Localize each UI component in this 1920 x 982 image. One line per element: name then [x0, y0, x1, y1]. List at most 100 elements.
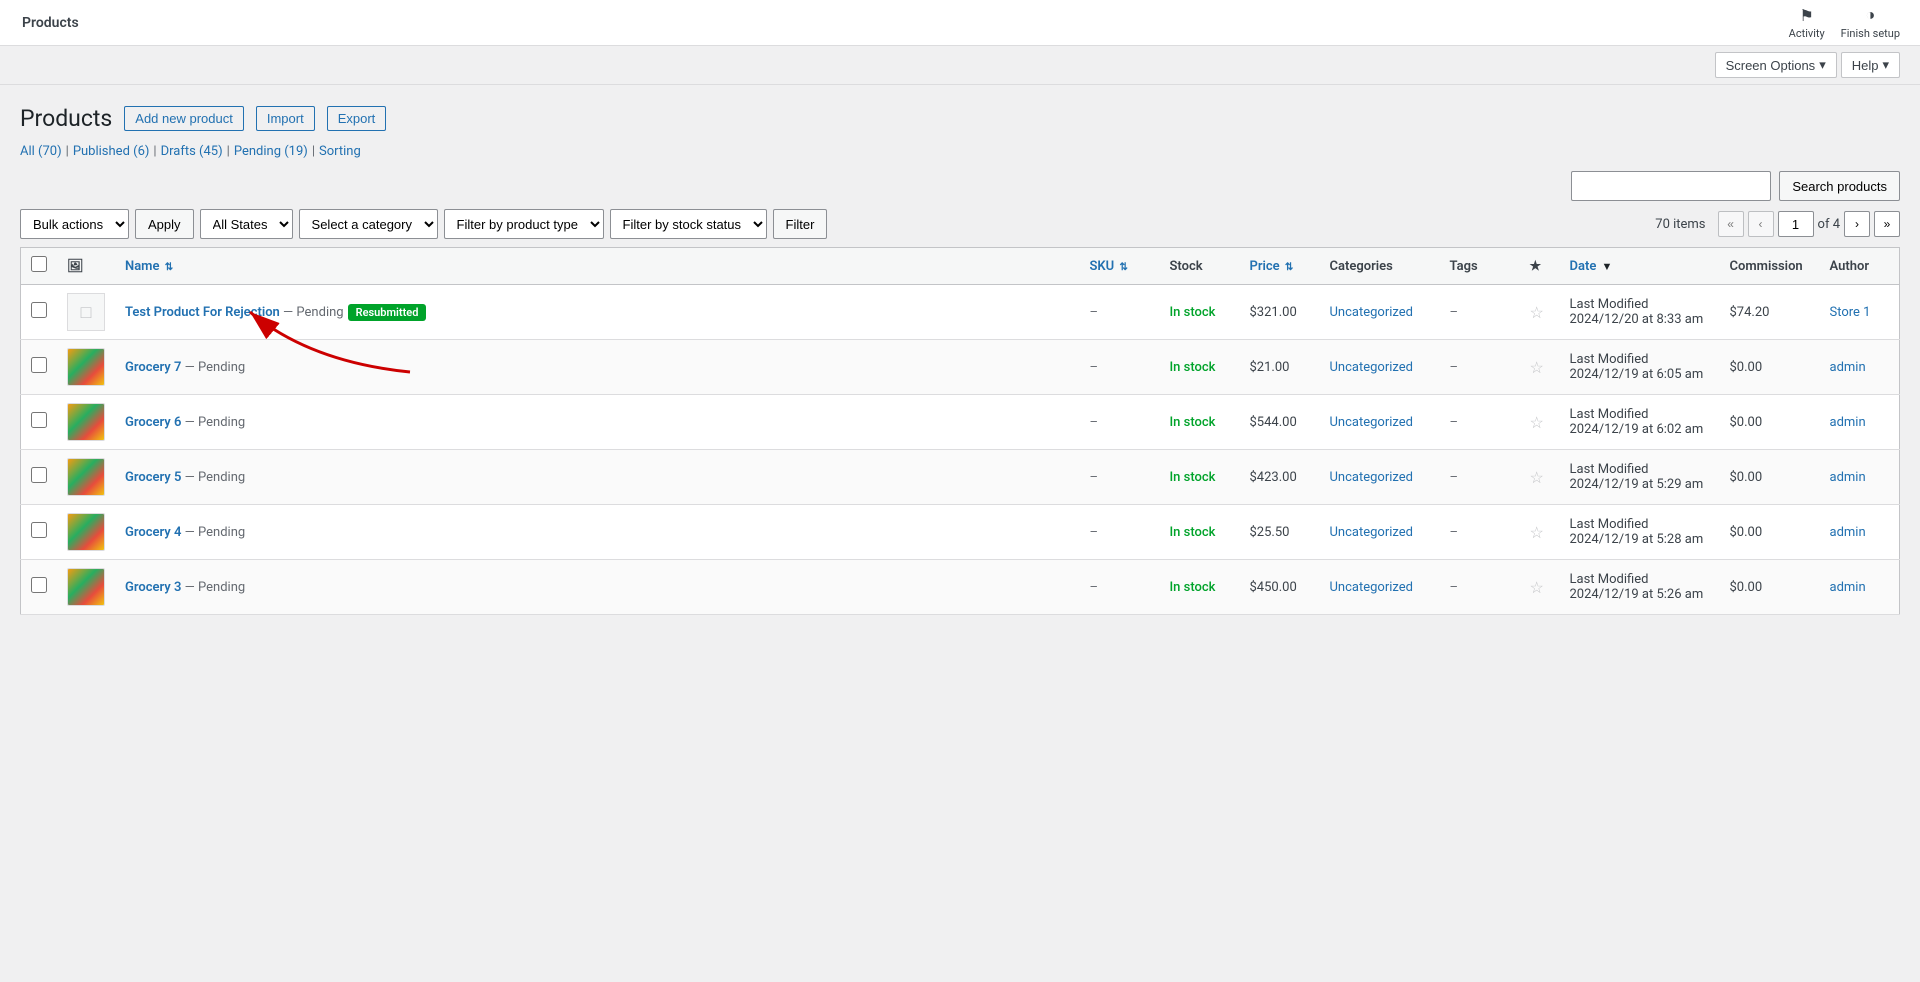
- activity-label: Activity: [1789, 27, 1825, 40]
- category-link[interactable]: Uncategorized: [1330, 580, 1413, 595]
- author-link[interactable]: admin: [1830, 470, 1866, 485]
- product-thumbnail: [67, 513, 105, 551]
- activity-icon: ⚑: [1799, 6, 1813, 25]
- category-link[interactable]: Uncategorized: [1330, 525, 1413, 540]
- product-author[interactable]: Store 1: [1820, 285, 1900, 340]
- all-states-select[interactable]: All States: [200, 209, 293, 239]
- page-count: 70 items: [1655, 217, 1705, 232]
- product-commission: $74.20: [1720, 285, 1820, 340]
- row-checkbox[interactable]: [31, 467, 47, 483]
- product-price: $321.00: [1240, 285, 1320, 340]
- featured-star-icon[interactable]: ☆: [1530, 358, 1544, 377]
- categories-header: Categories: [1320, 248, 1440, 285]
- row-checkbox[interactable]: [31, 522, 47, 538]
- status-link-pending[interactable]: Pending (19): [234, 144, 308, 159]
- product-name-link[interactable]: Grocery 6: [125, 415, 181, 430]
- author-link[interactable]: admin: [1830, 525, 1866, 540]
- featured-star-icon[interactable]: ☆: [1530, 413, 1544, 432]
- product-category[interactable]: Uncategorized: [1320, 560, 1440, 615]
- product-commission: $0.00: [1720, 340, 1820, 395]
- select-all-checkbox[interactable]: [31, 256, 47, 272]
- filter-button[interactable]: Filter: [773, 209, 828, 239]
- product-featured[interactable]: ☆: [1520, 560, 1560, 615]
- author-link[interactable]: admin: [1830, 415, 1866, 430]
- product-thumbnail: [67, 348, 105, 386]
- featured-star-icon[interactable]: ☆: [1530, 468, 1544, 487]
- product-name-link[interactable]: Grocery 7: [125, 360, 181, 375]
- prev-page-button[interactable]: ‹: [1748, 211, 1774, 237]
- product-category[interactable]: Uncategorized: [1320, 395, 1440, 450]
- page-title-row: Products Add new product Import Export: [20, 105, 1900, 132]
- featured-star-icon[interactable]: ☆: [1530, 303, 1544, 322]
- product-featured[interactable]: ☆: [1520, 395, 1560, 450]
- product-author[interactable]: admin: [1820, 340, 1900, 395]
- status-link-published[interactable]: Published (6): [73, 144, 150, 159]
- finish-setup-button[interactable]: ◑ Finish setup: [1841, 5, 1900, 40]
- status-link-drafts[interactable]: Drafts (45): [161, 144, 223, 159]
- product-author[interactable]: admin: [1820, 560, 1900, 615]
- category-link[interactable]: Uncategorized: [1330, 415, 1413, 430]
- search-input[interactable]: [1571, 171, 1771, 201]
- product-category[interactable]: Uncategorized: [1320, 285, 1440, 340]
- export-button[interactable]: Export: [327, 106, 387, 131]
- filter-product-type-select[interactable]: Filter by product type: [444, 209, 604, 239]
- next-page-button[interactable]: ›: [1844, 211, 1870, 237]
- product-name-link[interactable]: Grocery 4: [125, 525, 181, 540]
- row-checkbox[interactable]: [31, 302, 47, 318]
- author-link[interactable]: admin: [1830, 580, 1866, 595]
- product-stock: In stock: [1160, 505, 1240, 560]
- product-author[interactable]: admin: [1820, 505, 1900, 560]
- row-checkbox[interactable]: [31, 357, 47, 373]
- product-name-link[interactable]: Grocery 3: [125, 580, 181, 595]
- apply-button[interactable]: Apply: [135, 209, 194, 239]
- search-products-button[interactable]: Search products: [1779, 171, 1900, 201]
- product-date: Last Modified2024/12/20 at 8:33 am: [1560, 285, 1720, 340]
- first-page-button[interactable]: «: [1718, 211, 1744, 237]
- status-link-sorting[interactable]: Sorting: [319, 144, 361, 159]
- product-stock: In stock: [1160, 450, 1240, 505]
- product-author[interactable]: admin: [1820, 450, 1900, 505]
- featured-star-icon[interactable]: ☆: [1530, 578, 1544, 597]
- row-checkbox[interactable]: [31, 577, 47, 593]
- add-new-product-button[interactable]: Add new product: [124, 106, 244, 131]
- category-link[interactable]: Uncategorized: [1330, 470, 1413, 485]
- date-header[interactable]: Date ▼: [1560, 248, 1720, 285]
- select-category-select[interactable]: Select a category: [299, 209, 438, 239]
- product-author[interactable]: admin: [1820, 395, 1900, 450]
- import-button[interactable]: Import: [256, 106, 315, 131]
- name-sort-icon: ⇅: [165, 262, 173, 273]
- product-category[interactable]: Uncategorized: [1320, 340, 1440, 395]
- product-sku: –: [1080, 450, 1160, 505]
- table-body: □Test Product For Rejection — PendingRes…: [21, 285, 1900, 615]
- page-number-input[interactable]: [1778, 211, 1814, 237]
- product-thumbnail: [67, 403, 105, 441]
- last-page-button[interactable]: »: [1874, 211, 1900, 237]
- product-category[interactable]: Uncategorized: [1320, 450, 1440, 505]
- filter-stock-status-select[interactable]: Filter by stock status: [610, 209, 767, 239]
- product-featured[interactable]: ☆: [1520, 450, 1560, 505]
- product-featured[interactable]: ☆: [1520, 285, 1560, 340]
- category-link[interactable]: Uncategorized: [1330, 305, 1413, 320]
- status-link-all[interactable]: All (70): [20, 144, 62, 159]
- product-status: — Pending: [185, 415, 246, 430]
- category-link[interactable]: Uncategorized: [1330, 360, 1413, 375]
- author-link[interactable]: Store 1: [1830, 305, 1871, 320]
- bulk-actions-select[interactable]: Bulk actions: [20, 209, 129, 239]
- sku-header[interactable]: SKU ⇅: [1080, 248, 1160, 285]
- product-featured[interactable]: ☆: [1520, 340, 1560, 395]
- help-button[interactable]: Help ▾: [1841, 52, 1900, 78]
- help-label: Help: [1852, 58, 1879, 73]
- product-commission: $0.00: [1720, 395, 1820, 450]
- author-link[interactable]: admin: [1830, 360, 1866, 375]
- screen-options-button[interactable]: Screen Options ▾: [1715, 52, 1837, 78]
- product-price: $25.50: [1240, 505, 1320, 560]
- row-checkbox[interactable]: [31, 412, 47, 428]
- product-name-link[interactable]: Grocery 5: [125, 470, 181, 485]
- product-category[interactable]: Uncategorized: [1320, 505, 1440, 560]
- name-header[interactable]: Name ⇅: [115, 248, 1080, 285]
- product-featured[interactable]: ☆: [1520, 505, 1560, 560]
- featured-star-icon[interactable]: ☆: [1530, 523, 1544, 542]
- product-name-link[interactable]: Test Product For Rejection: [125, 305, 280, 320]
- activity-button[interactable]: ⚑ Activity: [1789, 6, 1825, 40]
- price-header[interactable]: Price ⇅: [1240, 248, 1320, 285]
